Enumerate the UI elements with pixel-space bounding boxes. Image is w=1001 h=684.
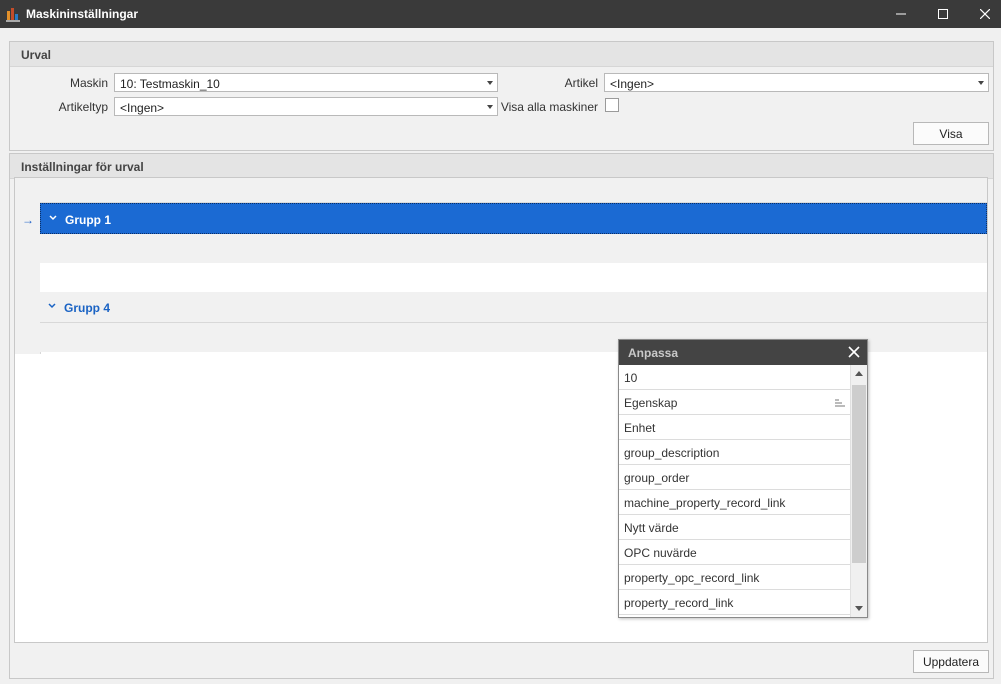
artikeltyp-value: <Ingen> <box>120 101 165 115</box>
artikel-combo[interactable]: <Ingen> <box>604 73 989 92</box>
column-item-machine-property-record-link[interactable]: machine_property_record_link <box>619 490 851 515</box>
column-item-egenskap[interactable]: Egenskap <box>619 390 851 415</box>
column-item-10[interactable]: 10 <box>619 365 851 390</box>
scroll-down-icon[interactable] <box>855 606 863 611</box>
chevron-down-icon <box>49 215 57 221</box>
artikeltyp-label: Artikeltyp <box>58 100 108 114</box>
minimize-button[interactable] <box>880 0 922 28</box>
visa-alla-label: Visa alla maskiner <box>500 100 598 114</box>
app-icon <box>6 8 20 22</box>
column-item-nytt-varde[interactable]: Nytt värde <box>619 515 851 540</box>
settings-title: Inställningar för urval <box>21 160 144 174</box>
maskin-label: Maskin <box>69 76 108 90</box>
update-button-label: Uppdatera <box>922 654 980 669</box>
update-button[interactable]: Uppdatera <box>913 650 989 673</box>
minimize-icon <box>896 13 906 15</box>
close-button[interactable] <box>964 0 1001 28</box>
customize-popup: Anpassa 10 Egenskap Enhet group_descript… <box>618 339 868 618</box>
artikeltyp-combo[interactable]: <Ingen> <box>114 97 498 116</box>
customize-popup-title: Anpassa <box>628 346 679 360</box>
urval-group: Urval Maskin 10: Testmaskin_10 Artikelty… <box>9 41 994 151</box>
column-item-property-record-link[interactable]: property_record_link <box>619 590 851 615</box>
grid-header-row <box>40 178 987 203</box>
group-row-grupp-1[interactable]: Grupp 1 <box>40 203 987 234</box>
artikel-value: <Ingen> <box>610 77 655 91</box>
sort-icon <box>835 399 845 407</box>
visa-button-label: Visa <box>939 126 963 141</box>
group-label: Grupp 4 <box>64 301 111 315</box>
chevron-down-icon <box>487 81 493 85</box>
title-bar: Maskininställningar <box>0 0 1001 28</box>
close-icon[interactable] <box>847 345 861 359</box>
column-item-group-description[interactable]: group_description <box>619 440 851 465</box>
group-row-grupp-4[interactable]: Grupp 4 <box>40 292 987 323</box>
urval-title: Urval <box>21 48 52 62</box>
column-item-opc-nuvarde[interactable]: OPC nuvärde <box>619 540 851 565</box>
customize-column-list: 10 Egenskap Enhet group_description grou… <box>619 365 851 617</box>
customize-popup-header: Anpassa <box>619 340 867 365</box>
group-label: Grupp 1 <box>65 213 112 227</box>
grid-row[interactable] <box>40 263 987 292</box>
row-pointer-icon: → <box>22 213 34 227</box>
visa-button[interactable]: Visa <box>913 122 989 145</box>
maskin-combo[interactable]: 10: Testmaskin_10 <box>114 73 498 92</box>
urval-header: Urval <box>10 42 993 67</box>
customize-scrollbar[interactable] <box>850 365 867 617</box>
maximize-icon <box>938 9 948 19</box>
row-indicator-column <box>15 178 41 354</box>
chevron-down-icon <box>978 81 984 85</box>
scroll-thumb[interactable] <box>852 385 866 563</box>
maskin-value: 10: Testmaskin_10 <box>120 77 220 91</box>
chevron-down-icon <box>48 303 56 309</box>
settings-header: Inställningar för urval <box>10 154 993 179</box>
column-item-group-order[interactable]: group_order <box>619 465 851 490</box>
column-item-property-opc-record-link[interactable]: property_opc_record_link <box>619 565 851 590</box>
grid-row[interactable] <box>40 234 987 263</box>
scroll-up-icon[interactable] <box>855 371 863 376</box>
window-title: Maskininställningar <box>26 7 139 21</box>
close-icon <box>980 9 990 19</box>
column-item-enhet[interactable]: Enhet <box>619 415 851 440</box>
artikel-label: Artikel <box>564 76 598 90</box>
visa-alla-checkbox[interactable] <box>605 98 619 112</box>
maximize-button[interactable] <box>922 0 964 28</box>
